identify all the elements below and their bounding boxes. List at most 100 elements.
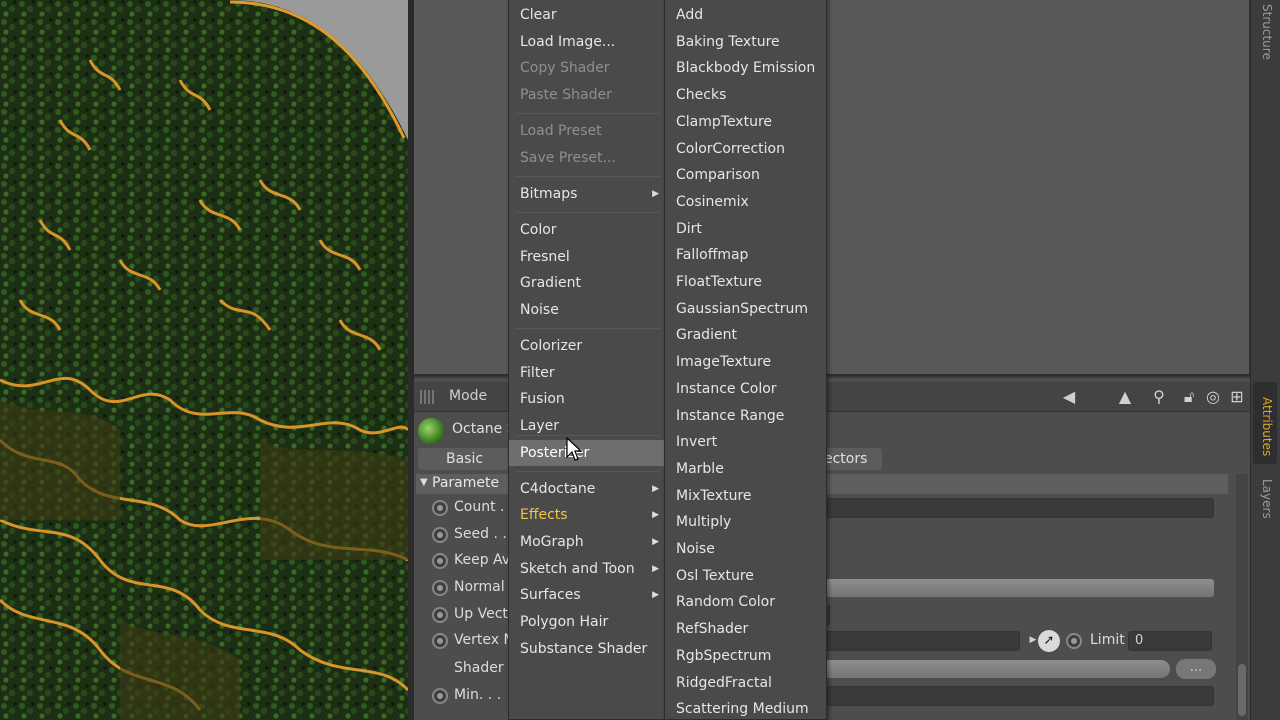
animate-radio[interactable]: [432, 527, 448, 543]
group-title: Paramete: [432, 475, 500, 491]
animate-radio[interactable]: [432, 607, 448, 623]
lock-icon[interactable]: 🔓︎: [1178, 387, 1200, 407]
menu-item-label: Paste Shader: [520, 87, 612, 103]
submenu-item-noise[interactable]: Noise: [665, 536, 826, 562]
animate-radio[interactable]: [432, 633, 448, 649]
animate-radio[interactable]: [1066, 633, 1082, 649]
menu-item-label: Noise: [520, 302, 559, 318]
vertex-map-field[interactable]: [826, 631, 1020, 651]
menu-item-load-image[interactable]: Load Image...: [509, 29, 664, 55]
scroll-thumb[interactable]: [1238, 664, 1246, 716]
menu-item-label: Clear: [520, 7, 557, 23]
menu-item-label: Effects: [520, 507, 568, 523]
submenu-item-rgbspectrum[interactable]: RgbSpectrum: [665, 643, 826, 669]
menu-item-surfaces[interactable]: Surfaces ▶: [509, 582, 664, 608]
menu-item-fusion[interactable]: Fusion: [509, 386, 664, 412]
submenu-item-clamptexture[interactable]: ClampTexture: [665, 109, 826, 135]
param-label: Count .: [454, 499, 505, 515]
submenu-item-invert[interactable]: Invert: [665, 429, 826, 455]
tab-vectors[interactable]: ectors: [820, 448, 882, 470]
animate-radio[interactable]: [432, 580, 448, 596]
attributes-scrollbar[interactable]: [1236, 474, 1248, 720]
menu-item-colorizer[interactable]: Colorizer: [509, 333, 664, 359]
target-icon[interactable]: ◎: [1202, 387, 1224, 407]
submenu-item-scattering-medium[interactable]: Scattering Medium: [665, 696, 826, 720]
submenu-item-dirt[interactable]: Dirt: [665, 216, 826, 242]
submenu-item-colorcorrection[interactable]: ColorCorrection: [665, 136, 826, 162]
menu-item-color[interactable]: Color: [509, 217, 664, 243]
tab-layers[interactable]: Layers: [1256, 474, 1274, 524]
menu-item-mograph[interactable]: MoGraph ▶: [509, 529, 664, 555]
submenu-item-cosinemix[interactable]: Cosinemix: [665, 189, 826, 215]
menu-item-layer[interactable]: Layer: [509, 413, 664, 439]
normal-slider[interactable]: [826, 579, 1214, 597]
menu-item-c4doctane[interactable]: C4doctane ▶: [509, 476, 664, 502]
menu-item-filter[interactable]: Filter: [509, 360, 664, 386]
menu-item-label: Polygon Hair: [520, 614, 609, 630]
mode-menu[interactable]: Mode: [449, 388, 487, 404]
limit-field[interactable]: 0: [1128, 631, 1212, 651]
submenu-item-floattexture[interactable]: FloatTexture: [665, 269, 826, 295]
object-name: Octane S: [452, 421, 516, 437]
menu-item-save-preset: Save Preset...: [509, 145, 664, 171]
menu-item-polygon-hair[interactable]: Polygon Hair: [509, 609, 664, 635]
shader-more-button[interactable]: ...: [1176, 659, 1216, 679]
param-label: Up Vect: [454, 606, 508, 622]
new-panel-icon[interactable]: ⊞: [1226, 387, 1248, 407]
menu-item-label: C4doctane: [520, 481, 596, 497]
menu-item-label: Sketch and Toon: [520, 561, 635, 577]
param-label: Vertex M: [454, 632, 516, 648]
animate-radio[interactable]: [432, 553, 448, 569]
menu-item-label: Copy Shader: [520, 60, 610, 76]
submenu-arrow-icon: ▶: [652, 537, 659, 547]
submenu-item-marble[interactable]: Marble: [665, 456, 826, 482]
menu-item-gradient[interactable]: Gradient: [509, 270, 664, 296]
shader-context-menu: Clear Load Image... Copy Shader Paste Shade…: [508, 0, 665, 720]
menu-item-label: Gradient: [520, 275, 581, 291]
menu-item-effects[interactable]: Effects ▶: [509, 502, 664, 528]
submenu-item-refshader[interactable]: RefShader: [665, 616, 826, 642]
menu-item-load-preset: Load Preset: [509, 118, 664, 144]
viewport[interactable]: [0, 0, 408, 720]
count-field[interactable]: [826, 498, 1214, 518]
menu-item-substance-shader[interactable]: Substance Shader: [509, 636, 664, 662]
grip-icon[interactable]: [420, 390, 436, 404]
collapse-triangle-icon[interactable]: ▼: [420, 477, 428, 488]
animate-radio[interactable]: [432, 500, 448, 516]
menu-item-fresnel[interactable]: Fresnel: [509, 244, 664, 270]
tab-attributes[interactable]: Attributes: [1256, 392, 1274, 462]
side-tab-strip: [1250, 0, 1280, 720]
submenu-item-imagetexture[interactable]: ImageTexture: [665, 349, 826, 375]
menu-item-clear[interactable]: Clear: [509, 2, 664, 28]
submenu-item-instance-color[interactable]: Instance Color: [665, 376, 826, 402]
tab-structure[interactable]: Structure: [1256, 4, 1274, 60]
search-icon[interactable]: ⚲: [1148, 387, 1170, 407]
submenu-item-comparison[interactable]: Comparison: [665, 162, 826, 188]
submenu-item-random-color[interactable]: Random Color: [665, 589, 826, 615]
submenu-arrow-icon: ▶: [652, 189, 659, 199]
submenu-item-mixtexture[interactable]: MixTexture: [665, 483, 826, 509]
submenu-item-blackbody-emission[interactable]: Blackbody Emission: [665, 55, 826, 81]
submenu-item-multiply[interactable]: Multiply: [665, 509, 826, 535]
menu-separator: [515, 212, 661, 213]
submenu-item-ridgedfractal[interactable]: RidgedFractal: [665, 670, 826, 696]
mouse-cursor-icon: [566, 437, 582, 461]
submenu-item-baking-texture[interactable]: Baking Texture: [665, 29, 826, 55]
back-arrow-icon[interactable]: ◀: [1058, 387, 1080, 407]
pick-object-icon[interactable]: ➚: [1038, 630, 1060, 652]
up-arrow-icon[interactable]: ▲: [1114, 387, 1136, 407]
menu-item-posterizer[interactable]: Posterizer: [509, 440, 664, 466]
menu-item-noise[interactable]: Noise: [509, 297, 664, 323]
submenu-item-osl-texture[interactable]: Osl Texture: [665, 563, 826, 589]
submenu-item-gradient[interactable]: Gradient: [665, 322, 826, 348]
menu-item-sketch-and-toon[interactable]: Sketch and Toon ▶: [509, 556, 664, 582]
submenu-item-add[interactable]: Add: [665, 2, 826, 28]
animate-radio[interactable]: [432, 688, 448, 704]
menu-item-bitmaps[interactable]: Bitmaps ▶: [509, 181, 664, 207]
tab-basic[interactable]: Basic: [418, 448, 508, 470]
submenu-item-instance-range[interactable]: Instance Range: [665, 403, 826, 429]
param-label: Normal: [454, 579, 505, 595]
submenu-item-checks[interactable]: Checks: [665, 82, 826, 108]
submenu-item-gaussianspectrum[interactable]: GaussianSpectrum: [665, 296, 826, 322]
submenu-item-falloffmap[interactable]: Falloffmap: [665, 242, 826, 268]
